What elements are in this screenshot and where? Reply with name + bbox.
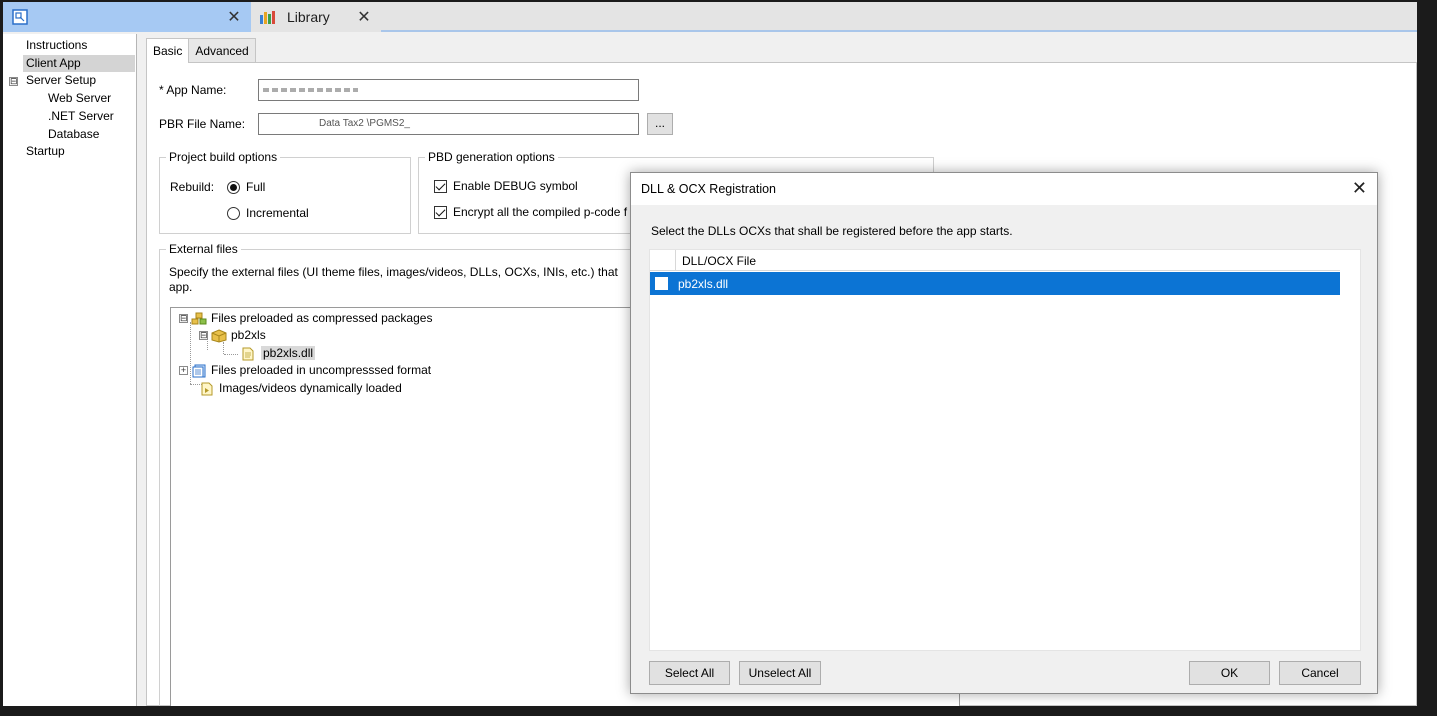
media-file-icon: [199, 382, 215, 396]
nav-item-client-app[interactable]: Client App: [23, 55, 135, 72]
nav-item-web-server[interactable]: Web Server: [48, 90, 111, 107]
expand-icon[interactable]: +: [179, 366, 188, 376]
table-row[interactable]: pb2xls.dll: [650, 272, 1340, 295]
dll-ocx-grid[interactable]: DLL/OCX File pb2xls.dll: [649, 249, 1361, 651]
external-files-description: Specify the external files (UI theme fil…: [169, 265, 618, 279]
pbd-generation-options-title: PBD generation options: [425, 150, 558, 164]
external-files-description-2: app.: [169, 280, 193, 294]
nav-item-server-setup[interactable]: Server Setup: [26, 72, 96, 89]
dialog-title: DLL & OCX Registration: [641, 182, 777, 196]
dialog-instruction: Select the DLLs OCXs that shall be regis…: [651, 224, 1013, 238]
project-icon: [11, 8, 29, 26]
cancel-button[interactable]: Cancel: [1279, 661, 1361, 685]
tree-node-compressed-label: Files preloaded as compressed packages: [211, 311, 433, 325]
encrypt-pcode-label[interactable]: Encrypt all the compiled p-code f: [453, 205, 627, 219]
rebuild-label: Rebuild:: [170, 180, 215, 194]
project-build-options-group: Project build options Rebuild: Full Incr…: [159, 150, 411, 234]
package-icon: [211, 329, 227, 343]
incremental-radio[interactable]: [227, 207, 240, 220]
tab-library[interactable]: Library ✕: [251, 2, 381, 32]
tree-node-compressed[interactable]: ⊟ Files preloaded as compressed packages: [179, 310, 432, 327]
tab-advanced[interactable]: Advanced: [188, 38, 256, 62]
pbr-file-input[interactable]: Data Tax2 \PGMS2_: [258, 113, 639, 135]
enable-debug-checkbox[interactable]: [434, 180, 447, 193]
incremental-radio-label[interactable]: Incremental: [246, 206, 309, 220]
nav-item-startup[interactable]: Startup: [26, 143, 65, 160]
tree-node-package[interactable]: ⊟ pb2xls: [199, 327, 266, 344]
dialog-close-icon[interactable]: ✕: [1352, 178, 1367, 199]
tree-node-uncompressed[interactable]: + Files preloaded in uncompresssed format: [179, 362, 431, 379]
select-all-button[interactable]: Select All: [649, 661, 730, 685]
app-name-input[interactable]: [258, 79, 639, 101]
pbr-file-value: Data Tax2 \PGMS2_: [319, 118, 410, 129]
tree-node-package-label: pb2xls: [231, 328, 266, 342]
file-icon: [241, 347, 257, 361]
nav-item-database[interactable]: Database: [48, 126, 99, 143]
project-build-options-title: Project build options: [166, 150, 281, 164]
unselect-all-button[interactable]: Unselect All: [739, 661, 821, 685]
page-tabs: Basic Advanced: [146, 38, 256, 63]
full-radio[interactable]: [227, 181, 240, 194]
documents-icon: [191, 364, 207, 378]
ok-button[interactable]: OK: [1189, 661, 1270, 685]
nav-item-net-server[interactable]: .NET Server: [48, 108, 114, 125]
app-name-label: * App Name:: [159, 83, 227, 97]
tab-project-close-icon[interactable]: ✕: [225, 7, 243, 27]
tree-node-dynamic[interactable]: Images/videos dynamically loaded: [199, 380, 402, 397]
packages-icon: [191, 312, 207, 326]
collapse-icon[interactable]: ⊟: [199, 331, 208, 341]
tree-node-file-label: pb2xls.dll: [261, 346, 316, 360]
encrypt-pcode-checkbox[interactable]: [434, 206, 447, 219]
dialog-titlebar[interactable]: DLL & OCX Registration ✕: [631, 173, 1377, 205]
browse-button[interactable]: ...: [647, 113, 673, 135]
collapse-icon[interactable]: ⊟: [179, 314, 188, 324]
enable-debug-label[interactable]: Enable DEBUG symbol: [453, 179, 578, 193]
settings-nav-tree: Instructions Client App ⊟ Server Setup W…: [3, 34, 137, 706]
document-tab-strip: a ✕ Library ✕: [3, 2, 1417, 32]
full-radio-label[interactable]: Full: [246, 180, 265, 194]
tree-node-dynamic-label: Images/videos dynamically loaded: [219, 381, 402, 395]
tab-basic[interactable]: Basic: [146, 38, 190, 63]
grid-header: DLL/OCX File: [650, 250, 1340, 271]
nav-item-instructions[interactable]: Instructions: [26, 37, 87, 54]
tab-library-close-icon[interactable]: ✕: [355, 7, 373, 27]
tree-node-file[interactable]: pb2xls.dll: [241, 345, 316, 362]
column-header-file[interactable]: DLL/OCX File: [682, 254, 756, 268]
dll-ocx-registration-dialog: DLL & OCX Registration ✕ Select the DLLs…: [630, 172, 1378, 694]
row-checkbox[interactable]: [655, 277, 668, 290]
library-icon: [259, 8, 277, 26]
grid-header-checkbox-cell: [650, 250, 676, 271]
collapse-icon[interactable]: ⊟: [9, 77, 18, 86]
tab-project[interactable]: a ✕: [3, 2, 251, 32]
tree-node-uncompressed-label: Files preloaded in uncompresssed format: [211, 363, 432, 377]
row-file-name: pb2xls.dll: [678, 277, 729, 291]
tab-library-title: Library: [287, 9, 330, 25]
external-files-title: External files: [166, 242, 241, 256]
pbr-file-label: PBR File Name:: [159, 117, 246, 131]
